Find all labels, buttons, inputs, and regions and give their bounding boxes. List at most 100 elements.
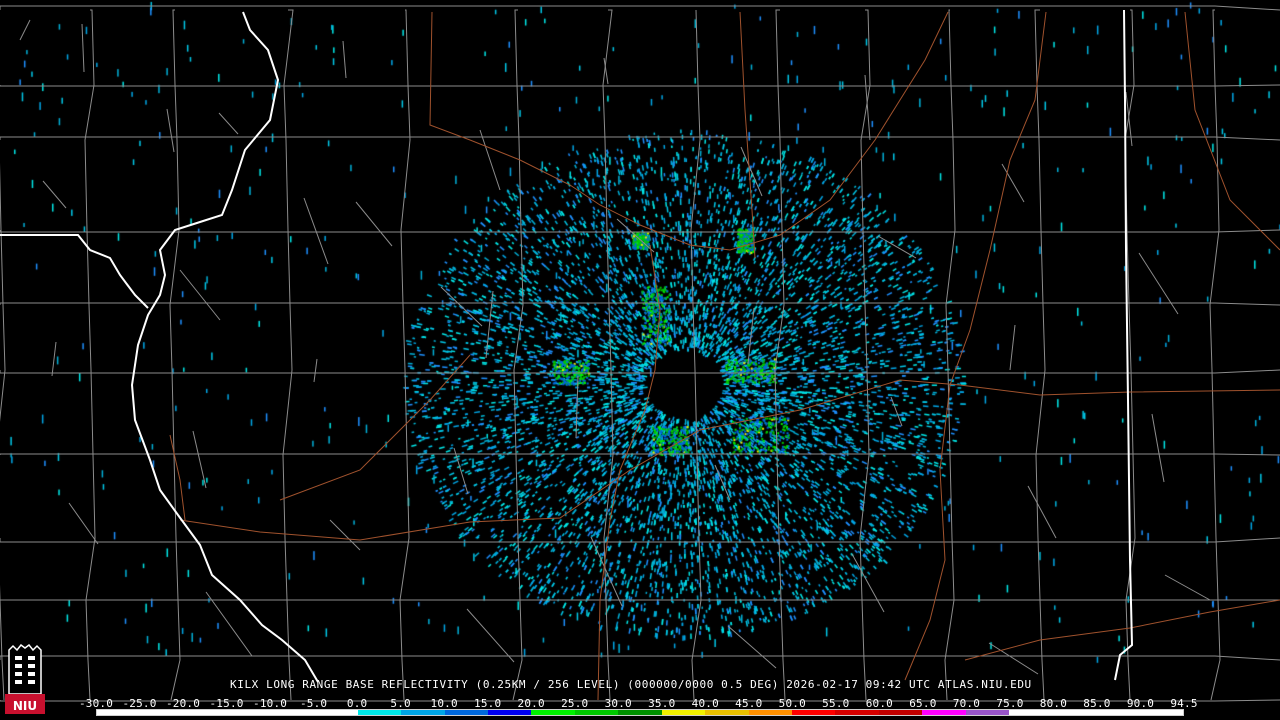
radar-map [0,0,1280,720]
county-line [1034,9,1046,701]
county-line [440,286,483,327]
county-line [890,396,903,427]
county-line [1027,485,1057,539]
county-line [342,40,347,79]
county-line [81,23,85,73]
county-line [479,129,501,191]
highway [1184,11,1280,251]
highways [169,11,1280,701]
state-line-missouri [0,234,149,309]
county-line [205,591,253,657]
legend-swatch [140,710,184,715]
county-line [303,197,329,265]
county-line [864,74,871,141]
county-line [84,9,96,701]
county-line [1151,413,1165,483]
county-line [0,229,1280,233]
county-line [727,625,777,669]
legend-swatch [183,710,228,715]
county-line [512,9,524,701]
county-line [453,447,469,495]
legend-swatch [314,710,358,715]
legend-color-bar [96,709,1184,716]
legend-swatch [661,710,706,715]
county-line [1138,252,1179,315]
legend-swatch [1052,710,1097,715]
highway [964,599,1280,661]
legend-labels: -30.0 -25.0 -20.0 -15.0 -10.0 -5.0 0.0 5.0 10.0 1… [79,697,1198,710]
logo-text: NIU [12,699,38,713]
county-line [218,112,239,135]
source-url: ATLAS.NIU.EDU [937,678,1032,691]
county-line [988,642,1039,675]
scan-timestamp: 2026-02-17 09:42 UTC [786,678,931,691]
county-line [0,5,1280,11]
legend-swatch [401,710,445,715]
county-line [877,235,917,259]
legend-swatch [878,710,923,715]
county-line [714,464,731,501]
legend-swatch [965,710,1010,715]
county-line [690,9,702,701]
product-resolution: (0.25KM / 256 LEVEL) [475,678,621,691]
county-line [179,269,221,321]
county-line [0,302,1280,306]
county-line [51,341,57,377]
highway [429,11,949,251]
legend-swatch [487,710,532,715]
county-line [0,136,1280,141]
highway [949,11,1047,386]
county-line [0,453,1280,456]
county-line [0,9,6,701]
legend-swatch [444,710,488,715]
county-line [355,201,393,247]
county-line [169,9,181,701]
highway [904,384,951,681]
legend-swatch [748,710,792,715]
county-line [329,519,361,551]
highway [739,11,756,259]
county-line [42,180,67,209]
legend-swatch [705,710,749,715]
county-line [19,19,31,41]
legend-swatch [792,710,836,715]
legend-swatch [357,710,402,715]
legend-swatch [574,710,619,715]
product-name: LONG RANGE BASE REFLECTIVITY [266,678,469,691]
county-line [0,655,1280,661]
county-line [616,218,655,253]
map-overlay [0,5,1280,702]
county-line [1009,324,1016,371]
product-caption: KILX LONG RANGE BASE REFLECTIVITY (0.25K… [230,678,1032,691]
county-line [740,146,763,197]
county-line [399,9,411,701]
radar-id: KILX [230,678,259,691]
county-line [192,430,207,489]
county-line [859,9,871,701]
legend-swatch [97,710,141,715]
legend-swatch [1009,710,1053,715]
legend-swatch [227,710,271,715]
legend-swatch [531,710,575,715]
state-line-west [130,11,319,683]
county-line [68,502,99,545]
county-line [0,537,1280,543]
legend-swatch [835,710,879,715]
county-line [485,290,494,359]
county-line [0,369,1280,374]
legend-swatch [1096,710,1140,715]
highway [279,354,471,501]
legend-swatch [1139,710,1183,715]
county-line [313,358,318,383]
county-borders [0,5,1280,702]
county-line [602,9,614,701]
legend-swatch [922,710,966,715]
county-line [0,84,1280,87]
legend-swatch [270,710,315,715]
county-line [166,108,175,153]
legend-swatch [618,710,662,715]
county-line [944,9,956,701]
county-line [774,9,786,701]
county-line [466,608,515,663]
niu-logo: NIU [3,643,47,716]
